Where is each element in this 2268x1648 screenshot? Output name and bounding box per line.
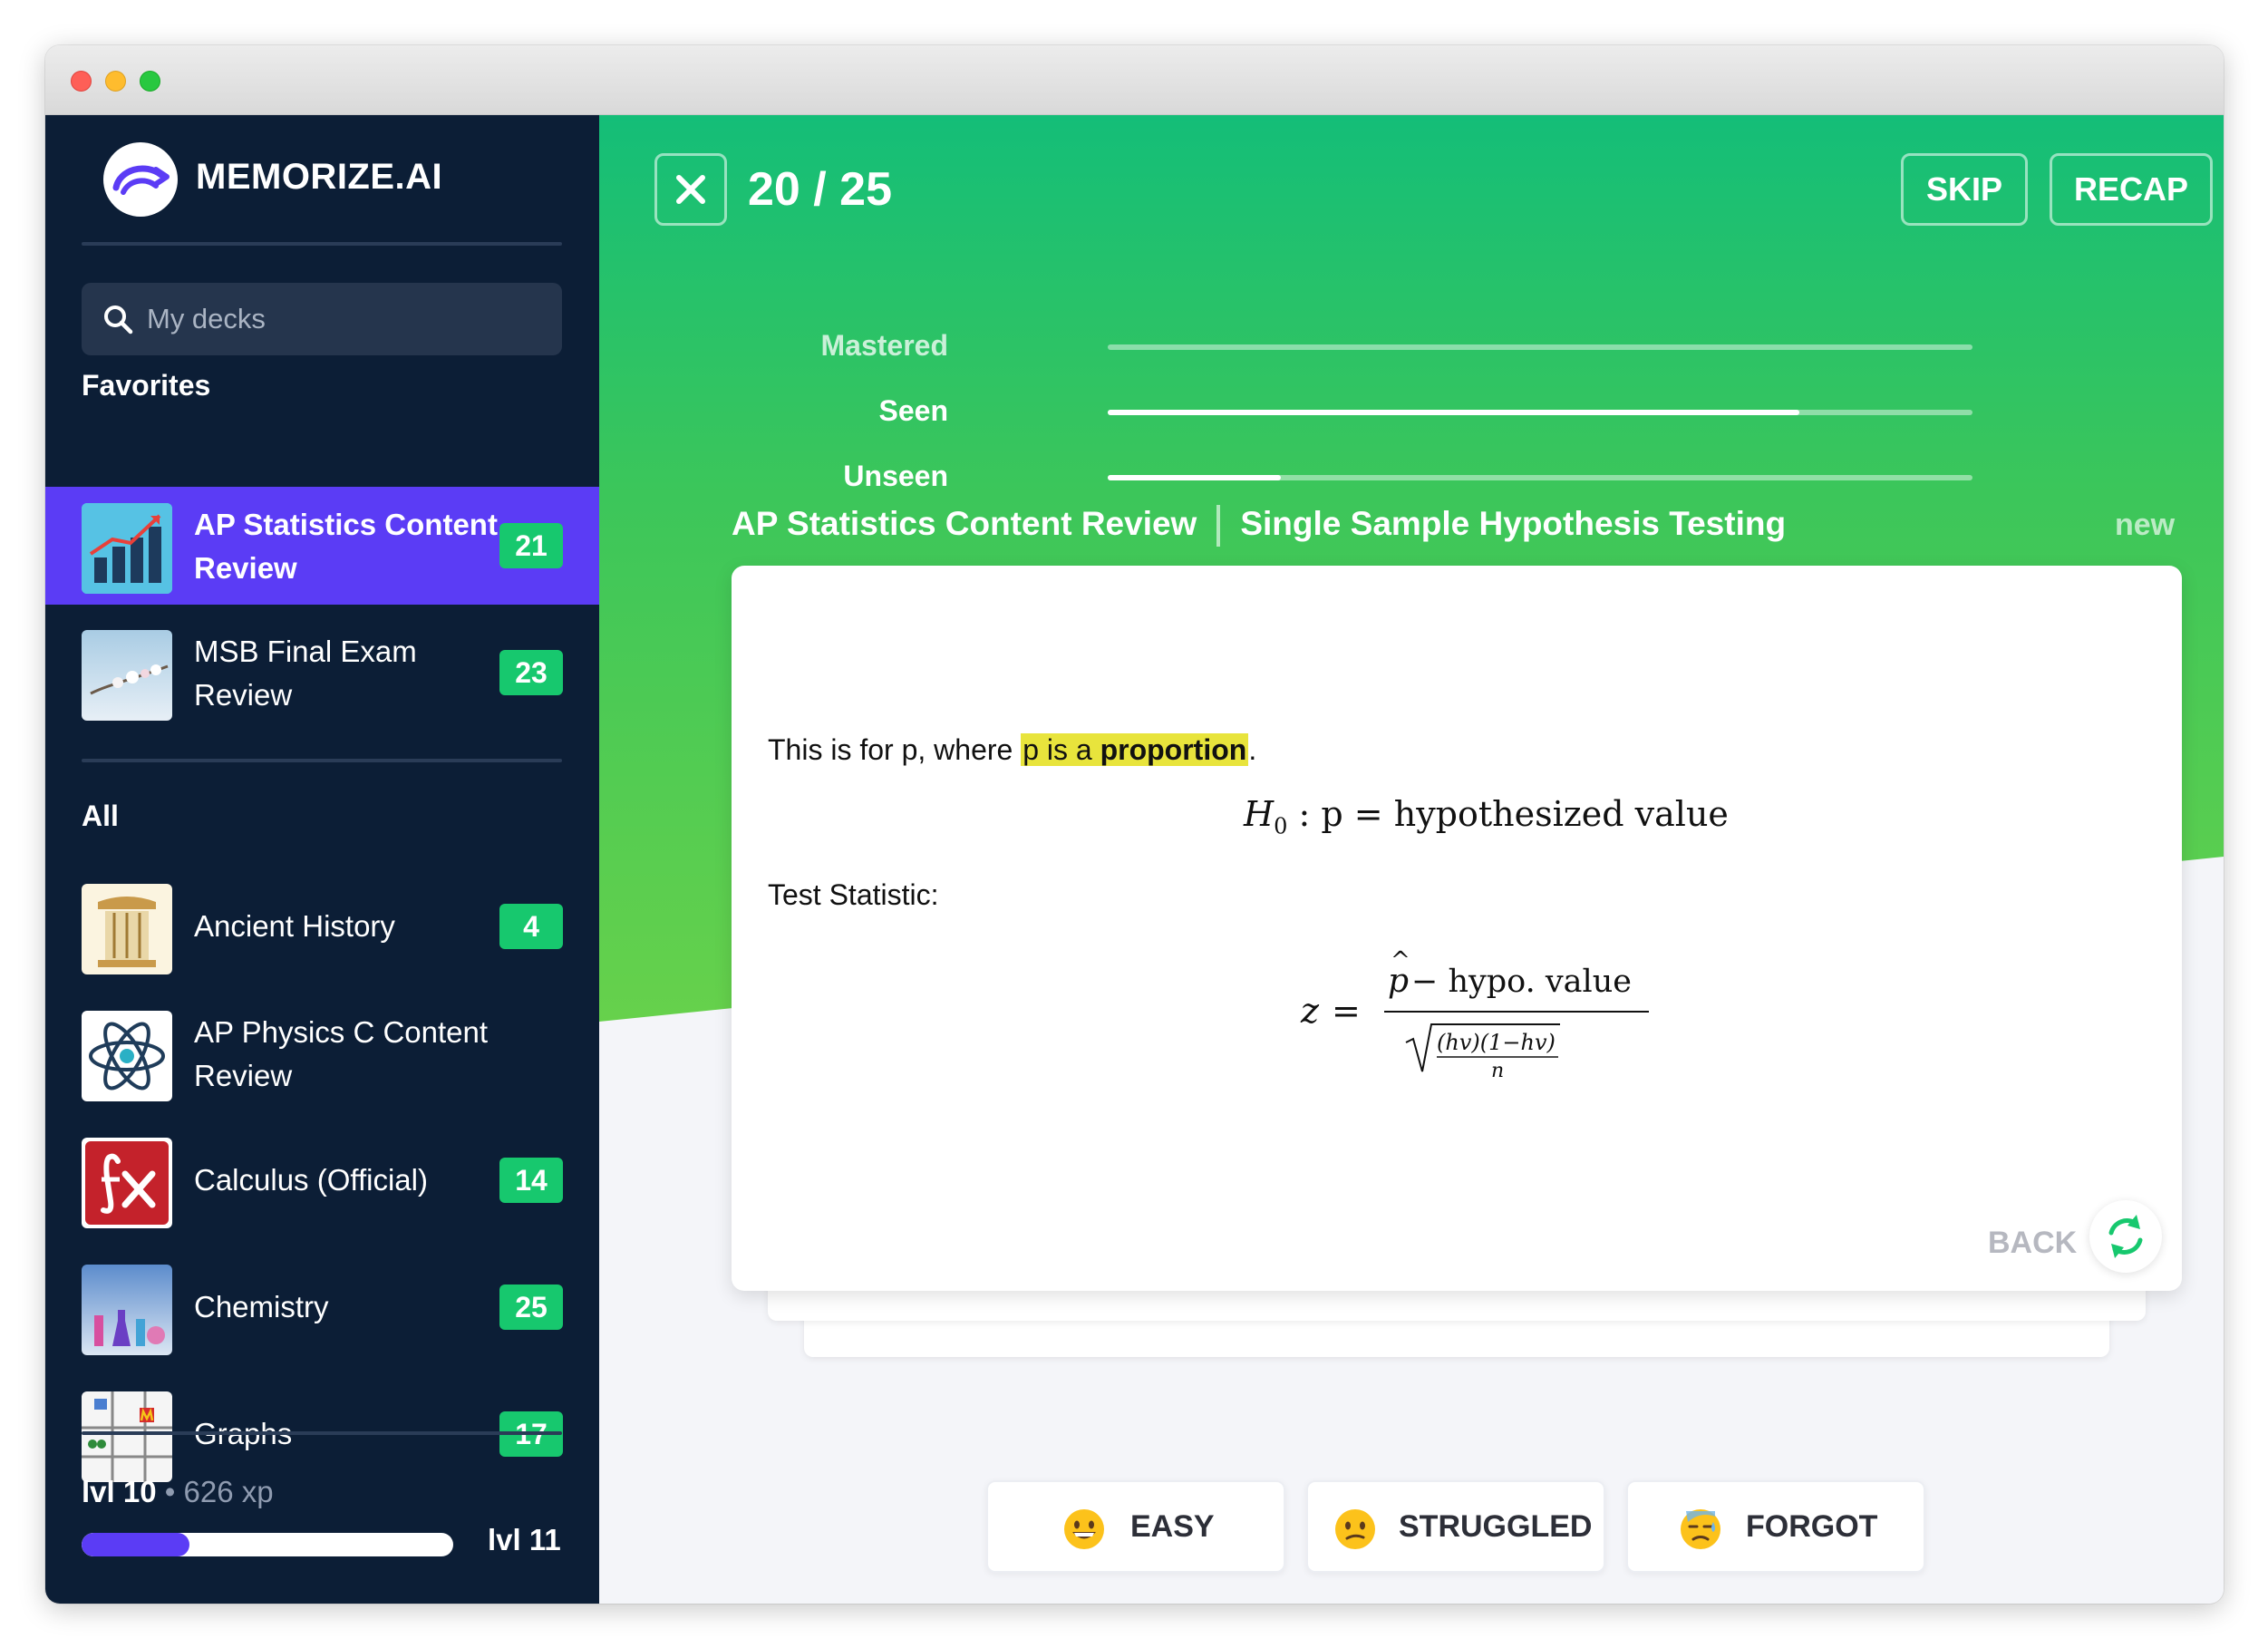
- close-window-button[interactable]: [71, 71, 92, 92]
- due-count-badge: 4: [499, 904, 563, 949]
- deck-name: AP Physics C Content Review: [194, 1015, 489, 1092]
- back-label: BACK: [1988, 1226, 2078, 1260]
- deck-name: Ancient History: [194, 909, 395, 943]
- skip-button[interactable]: SKIP: [1901, 153, 2028, 226]
- deck-name: MSB Final Exam Review: [194, 635, 417, 712]
- deck-item-chemistry[interactable]: Chemistry 25: [45, 1248, 599, 1366]
- app-name: MEMORIZE.AI: [196, 157, 443, 197]
- level-progress-fill: [82, 1533, 189, 1556]
- flip-card-button[interactable]: [2089, 1200, 2162, 1273]
- intro-text: This is for p, where: [768, 733, 1022, 766]
- deck-item-ap-physics[interactable]: AP Physics C Content Review: [45, 994, 599, 1112]
- equation-text: : p = hypothesized value: [1298, 794, 1729, 834]
- flashcard[interactable]: This is for p, where p is a proportion. …: [732, 566, 2182, 1291]
- all-heading: All: [82, 800, 119, 832]
- close-icon: [676, 175, 705, 204]
- function-thumbnail: [82, 1138, 172, 1228]
- unseen-bar: [1108, 475, 1972, 480]
- seen-bar: [1108, 410, 1972, 415]
- deck-title: AP Statistics Content Review: [732, 505, 1197, 542]
- current-level: lvl 10: [82, 1475, 157, 1508]
- forgot-label: FORGOT: [1746, 1509, 1878, 1544]
- intro-end: .: [1248, 733, 1257, 766]
- unseen-label: Unseen: [843, 460, 948, 492]
- recap-button[interactable]: RECAP: [2050, 153, 2213, 226]
- title-bar: [45, 45, 2224, 115]
- highlighted-text: p is a proportion: [1021, 733, 1249, 766]
- app-window: MEMORIZE.AI My decks Favorites AP Statis…: [45, 45, 2224, 1604]
- level-separator: •: [164, 1475, 176, 1508]
- bar-chart-thumbnail: [82, 503, 172, 594]
- forgot-button[interactable]: FORGOT: [1626, 1480, 1925, 1573]
- level-info: lvl 10 • 626 xp: [82, 1475, 274, 1509]
- struggled-label: STRUGGLED: [1399, 1509, 1593, 1544]
- divider: [82, 242, 562, 246]
- maximize-window-button[interactable]: [140, 71, 160, 92]
- topic-title: Single Sample Hypothesis Testing: [1240, 505, 1787, 542]
- grinning-face-icon: [1064, 1509, 1104, 1549]
- due-count-badge: 14: [499, 1158, 563, 1203]
- due-count-badge: 21: [499, 523, 563, 568]
- close-session-button[interactable]: [654, 153, 727, 226]
- svg-text:n: n: [1491, 1060, 1504, 1081]
- logo-icon[interactable]: [103, 142, 178, 217]
- deck-item-msb-final[interactable]: MSB Final Exam Review 23: [45, 614, 599, 732]
- deck-item-ap-statistics[interactable]: AP Statistics Content Review 21: [45, 487, 599, 605]
- column-thumbnail: [82, 884, 172, 974]
- minimize-window-button[interactable]: [105, 71, 126, 92]
- search-icon: [104, 305, 133, 334]
- study-area: 20 / 25 SKIP RECAP Mastered Seen Unseen …: [599, 115, 2224, 1604]
- null-hypothesis-equation: H0 : p = hypothesized value: [1244, 794, 1729, 839]
- confused-face-icon: [1335, 1509, 1375, 1549]
- seen-fill: [1108, 410, 1800, 415]
- card-status: new: [2115, 508, 2176, 542]
- divider: [82, 1431, 562, 1435]
- svg-text:^: ^: [1391, 947, 1410, 974]
- xp-value: 626 xp: [183, 1475, 274, 1508]
- deck-name: Chemistry: [194, 1290, 329, 1323]
- favorites-heading: Favorites: [82, 369, 211, 402]
- atom-thumbnail: [82, 1011, 172, 1101]
- card-intro-text: This is for p, where p is a proportion.: [768, 733, 1256, 767]
- sidebar: MEMORIZE.AI My decks Favorites AP Statis…: [45, 115, 599, 1604]
- numerator-text: − hypo. value: [1411, 964, 1632, 1000]
- due-count-badge: 25: [499, 1284, 563, 1330]
- highlight-bold: proportion: [1100, 733, 1247, 766]
- level-progress-bar: [82, 1533, 453, 1556]
- search-placeholder: My decks: [147, 303, 266, 334]
- sweat-face-icon: [1681, 1509, 1720, 1549]
- test-statistic-label: Test Statistic:: [768, 878, 939, 911]
- due-count-badge: 23: [499, 650, 563, 695]
- svg-text:z: z: [1300, 991, 1320, 1031]
- test-statistic-formula: z = p ^ − hypo. value (hv)(1−hv) n: [1300, 947, 1649, 1081]
- search-input[interactable]: My decks: [82, 283, 562, 355]
- struggled-button[interactable]: STRUGGLED: [1306, 1480, 1605, 1573]
- unseen-fill: [1108, 475, 1281, 480]
- card-breadcrumb: AP Statistics Content Review Single Sampl…: [732, 505, 1787, 548]
- svg-text:=: =: [1332, 991, 1361, 1031]
- highlight-plain: p is a: [1023, 733, 1100, 766]
- mastered-label: Mastered: [820, 329, 949, 362]
- deck-item-calculus[interactable]: Calculus (Official) 14: [45, 1121, 599, 1239]
- map-thumbnail: [82, 1391, 172, 1482]
- mastered-bar: [1108, 344, 1972, 350]
- blossom-thumbnail: [82, 630, 172, 721]
- easy-label: EASY: [1130, 1509, 1215, 1544]
- next-level: lvl 11: [488, 1523, 561, 1556]
- seen-label: Seen: [878, 394, 948, 427]
- easy-button[interactable]: EASY: [986, 1480, 1285, 1573]
- refresh-icon: [2108, 1215, 2143, 1258]
- lab-thumbnail: [82, 1265, 172, 1355]
- divider: [82, 759, 562, 762]
- deck-item-ancient-history[interactable]: Ancient History 4: [45, 868, 599, 985]
- deck-name: AP Statistics Content Review: [194, 508, 498, 585]
- radicand-text: (hv)(1−hv): [1437, 1030, 1556, 1055]
- card-counter: 20 / 25: [748, 163, 893, 216]
- deck-name: Calculus (Official): [194, 1163, 428, 1197]
- breadcrumb-separator: [1216, 505, 1221, 548]
